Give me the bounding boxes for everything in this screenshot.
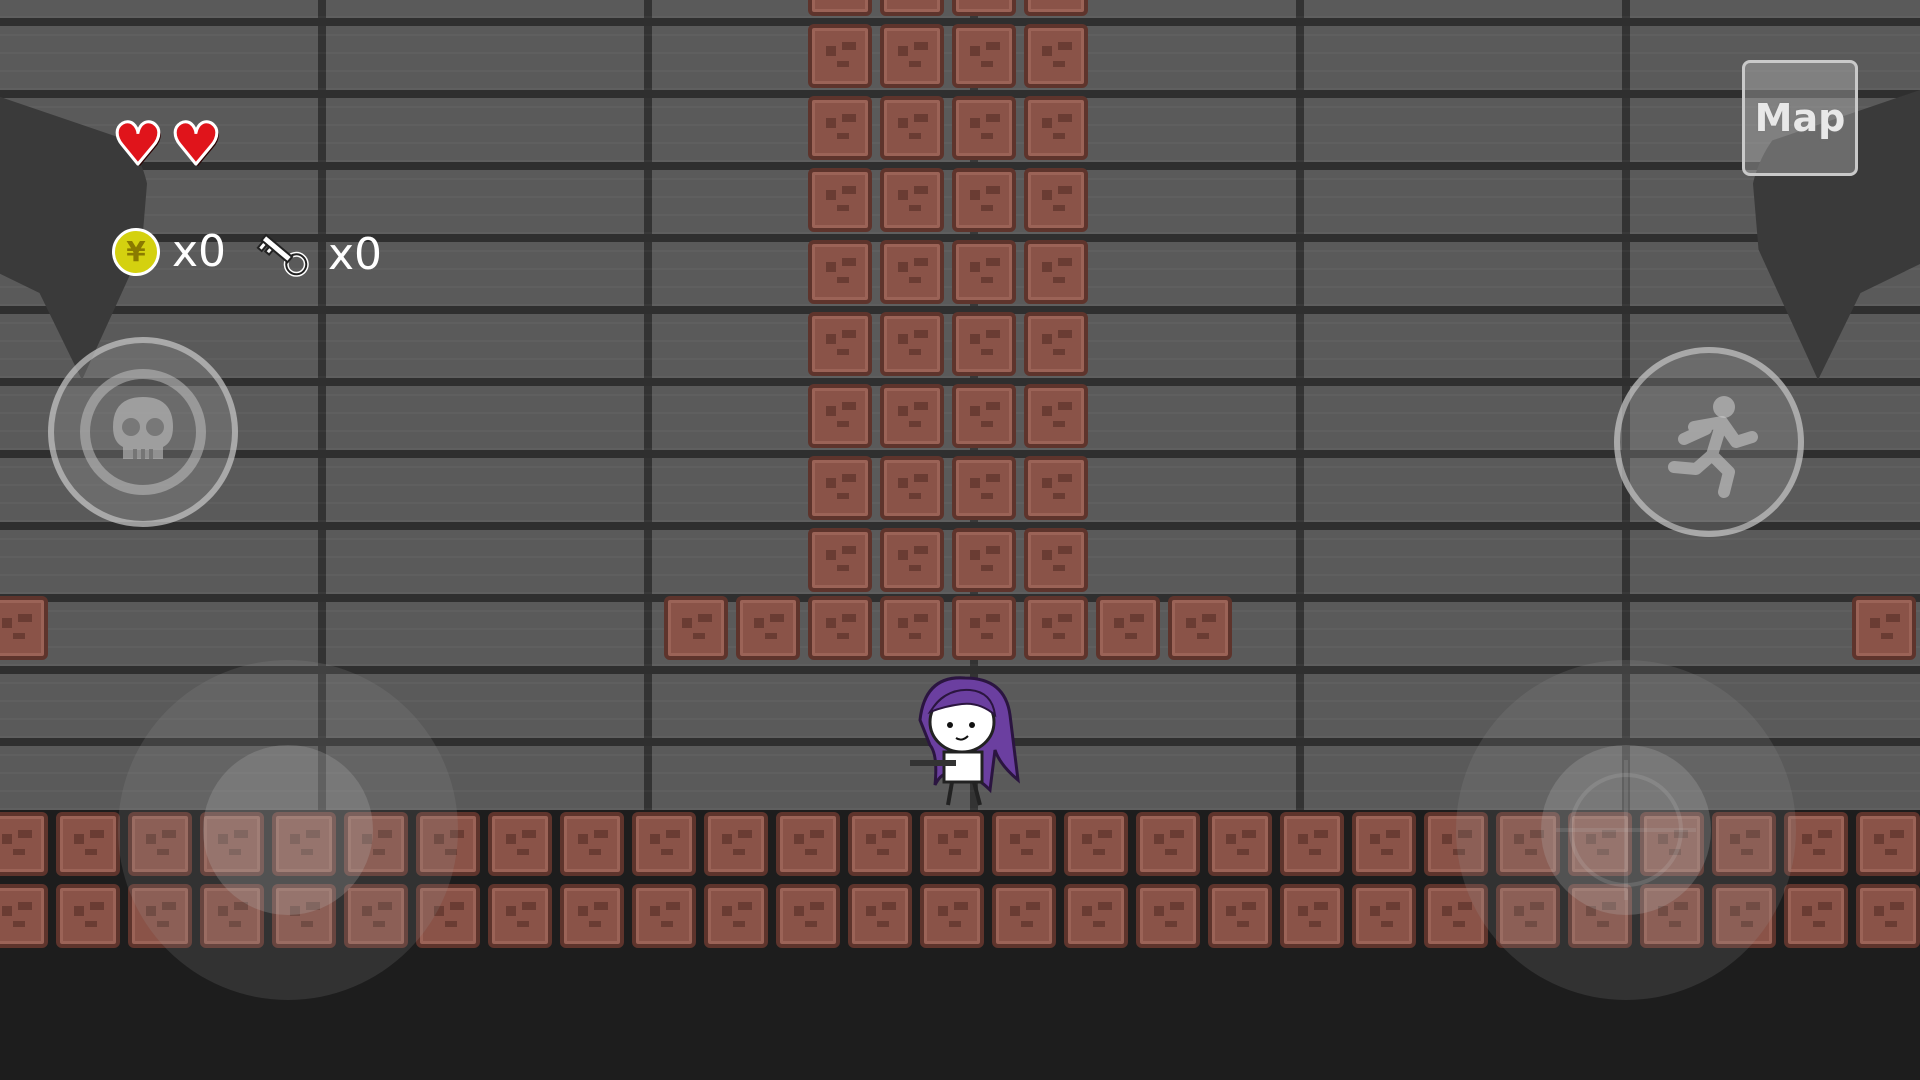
brick-tile <box>880 0 944 16</box>
brick-tile <box>808 168 872 232</box>
crosshair-icon <box>1556 760 1696 900</box>
brick-tile <box>1024 528 1088 592</box>
health-hearts: ♥ ♥ <box>111 110 224 178</box>
brick-tile <box>1024 0 1088 16</box>
brick-tile <box>952 0 1016 16</box>
brick-tile <box>1024 96 1088 160</box>
heart-icon: ♥ <box>169 110 224 178</box>
brick-tile <box>952 384 1016 448</box>
brick-tile <box>808 596 872 660</box>
brick-tile <box>776 812 840 876</box>
brick-tile <box>1024 312 1088 376</box>
brick-tile <box>1352 884 1416 948</box>
brick-tile <box>632 812 696 876</box>
key-icon <box>256 233 309 277</box>
brick-tile <box>664 596 728 660</box>
brick-tile <box>488 812 552 876</box>
yen-coin-icon: ¥ <box>112 227 160 276</box>
brick-tile <box>1064 812 1128 876</box>
brick-tile <box>56 884 120 948</box>
brick-tile <box>808 240 872 304</box>
brick-tile <box>808 312 872 376</box>
brick-tile <box>952 96 1016 160</box>
brick-tile <box>1136 812 1200 876</box>
brick-tile <box>56 812 120 876</box>
brick-tile <box>992 884 1056 948</box>
skull-attack-button[interactable] <box>48 337 238 527</box>
brick-tile <box>632 884 696 948</box>
brick-tile <box>808 0 872 16</box>
brick-tile <box>1168 596 1232 660</box>
brick-tile <box>488 884 552 948</box>
brick-tile <box>1280 884 1344 948</box>
brick-tile <box>808 528 872 592</box>
brick-tile <box>776 884 840 948</box>
brick-tile <box>1024 240 1088 304</box>
map-button[interactable]: Map <box>1742 60 1858 176</box>
brick-tile <box>1024 24 1088 88</box>
brick-tile <box>880 168 944 232</box>
brick-tile <box>704 884 768 948</box>
brick-tile <box>808 384 872 448</box>
brick-tile <box>952 240 1016 304</box>
heart-icon: ♥ <box>111 110 166 178</box>
brick-tile <box>0 812 48 876</box>
brick-tile <box>1280 812 1344 876</box>
coin-counter: ¥ x0 <box>112 226 226 277</box>
brick-tile <box>880 96 944 160</box>
brick-tile <box>1064 884 1128 948</box>
game-scene: ♥ ♥ ¥ x0 x0 Map <box>0 0 1920 1080</box>
brick-tile <box>1024 168 1088 232</box>
brick-tile <box>1784 884 1848 948</box>
brick-tile <box>1856 884 1920 948</box>
skull-icon <box>80 369 206 495</box>
brick-tile <box>880 528 944 592</box>
brick-tile <box>880 456 944 520</box>
brick-tile <box>736 596 800 660</box>
brick-tile <box>992 812 1056 876</box>
brick-tile <box>880 384 944 448</box>
brick-tile <box>1136 884 1200 948</box>
brick-tile <box>848 812 912 876</box>
brick-tile <box>808 96 872 160</box>
key-counter: x0 <box>252 226 382 282</box>
brick-tile <box>848 884 912 948</box>
brick-tile <box>1352 812 1416 876</box>
brick-tile <box>704 812 768 876</box>
brick-tile <box>952 24 1016 88</box>
brick-tile <box>952 596 1016 660</box>
brick-tile <box>880 596 944 660</box>
brick-tile <box>0 884 48 948</box>
brick-tile <box>952 168 1016 232</box>
brick-tile <box>0 596 48 660</box>
brick-tile <box>952 456 1016 520</box>
brick-tile <box>920 812 984 876</box>
brick-tile <box>1024 456 1088 520</box>
brick-tile <box>920 884 984 948</box>
brick-tile <box>560 884 624 948</box>
brick-tile <box>1852 596 1916 660</box>
coin-count: x0 <box>172 226 227 277</box>
key-count: x0 <box>328 228 383 280</box>
brick-tile <box>1208 812 1272 876</box>
move-joystick-knob[interactable] <box>203 745 373 915</box>
run-button[interactable] <box>1614 347 1804 537</box>
brick-tile <box>808 24 872 88</box>
brick-tile <box>952 528 1016 592</box>
brick-tile <box>1208 884 1272 948</box>
brick-tile <box>1096 596 1160 660</box>
brick-tile <box>880 312 944 376</box>
player-character <box>910 676 1020 806</box>
brick-tile <box>1856 812 1920 876</box>
brick-tile <box>880 24 944 88</box>
brick-tile <box>1024 596 1088 660</box>
brick-tile <box>1024 384 1088 448</box>
running-person-icon <box>1668 396 1758 498</box>
brick-tile <box>560 812 624 876</box>
brick-tile <box>880 240 944 304</box>
brick-tile <box>952 312 1016 376</box>
brick-tile <box>808 456 872 520</box>
